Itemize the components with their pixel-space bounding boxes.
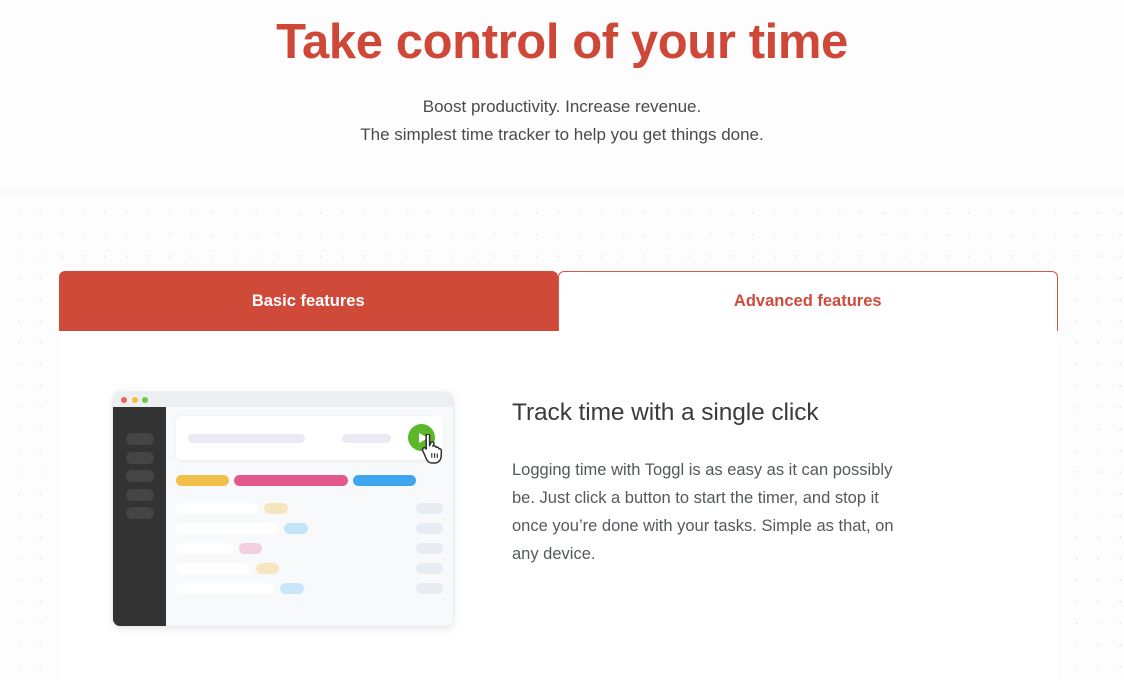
red-dot-icon [121,396,127,403]
mockup-entry-duration [416,563,443,574]
mockup-entry-title [176,543,233,554]
mockup-entry-tag [239,543,262,554]
features-section: Basic features Advanced features Track t… [59,271,1058,680]
mockup-entry-title [176,563,250,574]
mockup-project-bars [176,475,443,486]
green-dot-icon [142,396,148,403]
mockup-entry-duration [416,583,443,594]
feature-tabs: Basic features Advanced features [59,271,1058,331]
tab-basic-features-label: Basic features [251,291,365,310]
mockup-entry-duration [416,543,443,554]
landing-page: Take control of your time Boost producti… [0,0,1124,680]
feature-body-text: Logging time with Toggl is as easy as it… [512,461,894,563]
mockup-entry-tag [264,503,288,514]
yellow-dot-icon [131,396,138,403]
mockup-entry-row [176,543,443,554]
mockup-nav-item [125,470,154,482]
mockup-sidebar [113,407,166,626]
mockup-entry-row [176,583,443,594]
tab-advanced-features-label: Advanced features [733,292,882,310]
play-icon[interactable] [408,424,435,451]
tab-basic-features[interactable]: Basic features [59,271,558,331]
section-divider-band [0,186,1124,198]
mockup-nav-item [125,488,154,501]
mockup-project-bar [176,475,229,486]
hero-section: Take control of your time Boost producti… [0,0,1124,149]
mockup-entry-duration [416,503,443,514]
mockup-project-bar [353,475,416,486]
app-mockup-image [113,392,453,626]
hero-subtitle: Boost productivity. Increase revenue. Th… [0,71,1124,149]
mockup-entry-row [176,523,443,534]
feature-row: Track time with a single click Logging t… [59,331,1058,626]
mockup-project-bar [234,475,348,486]
mockup-entry-row [176,503,443,514]
feature-copy: Track time with a single click Logging t… [512,392,912,568]
mockup-entry-title [176,523,278,534]
mockup-nav-item [125,507,154,519]
mockup-titlebar [113,392,453,407]
hero-subtitle-line-1: Boost productivity. Increase revenue. [422,97,702,116]
mockup-entry-tag [280,583,304,594]
mockup-nav-item [125,451,154,464]
mockup-entry-duration [416,523,443,534]
mockup-main-area [166,407,453,626]
mockup-timer-duration-placeholder [342,433,391,443]
hero-subtitle-line-2: The simplest time tracker to help you ge… [360,125,764,144]
mockup-body [113,407,453,626]
mockup-entry-title [176,503,258,514]
feature-heading: Track time with a single click [512,399,819,426]
mockup-entry-tag [284,523,308,534]
mockup-nav-item [125,433,154,445]
mockup-timer-description-placeholder [188,433,305,443]
mockup-entry-row [176,563,443,574]
mockup-entry-title [176,583,274,594]
page-title: Take control of your time [276,15,848,69]
tab-advanced-features[interactable]: Advanced features [557,271,1058,331]
feature-panel: Track time with a single click Logging t… [59,331,1058,680]
mockup-timer-card [176,416,443,464]
mockup-entry-list [176,503,443,594]
mockup-entry-tag [256,563,279,574]
